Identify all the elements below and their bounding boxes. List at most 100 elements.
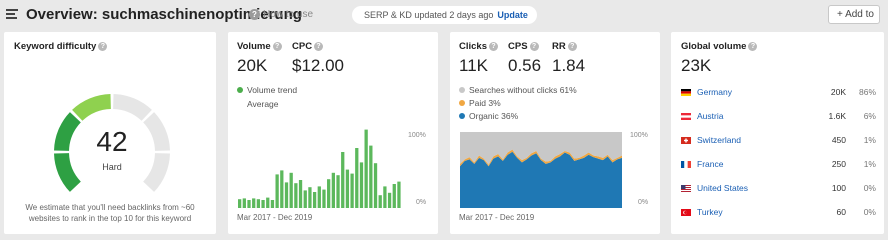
legend-no-clicks: Searches without clicks 61%: [459, 85, 577, 95]
cpc-value: $12.00: [292, 56, 344, 75]
add-to-button[interactable]: + Add to: [828, 5, 880, 24]
volume-bar: [369, 145, 373, 208]
country-row-switzerland[interactable]: Switzerland 450 1%: [681, 134, 876, 148]
switzerland-flag-icon: [681, 137, 691, 144]
legend-average: Average: [237, 99, 279, 109]
global-volume-label: Global volume: [681, 41, 747, 52]
volume-bar: [345, 169, 350, 208]
legend-no-clicks-label: Searches without clicks 61%: [469, 85, 577, 95]
legend-paid-label: Paid 3%: [469, 98, 501, 108]
clicks-help-icon[interactable]: ?: [489, 41, 498, 51]
country-row-germany[interactable]: Germany 20K 86%: [681, 86, 876, 100]
kd-gauge-segment: [54, 112, 81, 151]
country-volume: 60: [836, 207, 846, 217]
volume-date-range: Mar 2017 - Dec 2019: [237, 213, 313, 222]
legend-organic: Organic 36%: [459, 111, 518, 121]
kd-help-icon[interactable]: ?: [98, 41, 108, 51]
country-name[interactable]: France: [697, 159, 723, 169]
volume-bar: [331, 172, 335, 208]
country-share: 0%: [863, 183, 876, 193]
volume-bar: [242, 198, 246, 208]
legend-volume-trend: Volume trend: [237, 85, 297, 95]
global-help-icon[interactable]: ?: [748, 41, 758, 51]
volume-bar: [303, 190, 307, 208]
volume-bar: [252, 198, 256, 208]
country-name[interactable]: Turkey: [697, 207, 723, 217]
update-link[interactable]: Update: [497, 10, 528, 20]
cps-value: 0.56: [508, 56, 542, 75]
average-dot-icon: [237, 101, 243, 107]
united-states-flag-icon: [681, 185, 691, 192]
clicks-date-range: Mar 2017 - Dec 2019: [459, 213, 535, 222]
top-bar: Overview: suchmaschinenoptimierung ? How …: [0, 0, 888, 30]
country-row-united-states[interactable]: United States 100 0%: [681, 182, 876, 196]
country-row-austria[interactable]: Austria 1.6K 6%: [681, 110, 876, 124]
cpc-help-icon[interactable]: ?: [314, 41, 324, 51]
volume-bar: [359, 162, 364, 208]
volume-bar: [308, 187, 312, 208]
global-volume-card: Global volume? 23K Germany 20K 86% Austr…: [671, 32, 884, 234]
legend-organic-label: Organic 36%: [469, 111, 519, 121]
volume-bar: [341, 152, 345, 208]
kd-gauge-segment: [72, 94, 111, 121]
country-share: 0%: [863, 207, 876, 217]
country-name[interactable]: Germany: [697, 87, 732, 97]
country-name[interactable]: Switzerland: [697, 135, 741, 145]
kd-gauge-segment: [143, 112, 170, 151]
volume-label: Volume: [237, 41, 271, 52]
rr-label-wrap: RR?: [552, 41, 577, 52]
country-row-france[interactable]: France 250 1%: [681, 158, 876, 172]
country-name[interactable]: Austria: [697, 111, 723, 121]
volume-bar: [364, 129, 368, 208]
global-volume-value: 23K: [681, 56, 712, 75]
question-icon: ?: [249, 9, 260, 20]
volume-axis-bottom: 0%: [416, 199, 427, 206]
volume-bar: [350, 173, 354, 208]
menu-icon[interactable]: [6, 9, 18, 19]
clicks-area: [460, 132, 622, 208]
cps-label-wrap: CPS?: [508, 41, 539, 52]
volume-bar: [270, 200, 275, 208]
volume-bar: [238, 199, 242, 208]
country-volume: 1.6K: [828, 111, 847, 121]
clicks-axis-top: 100%: [630, 132, 648, 139]
update-status-text: SERP & KD updated 2 days ago: [364, 10, 494, 20]
kd-gauge-segment: [143, 153, 170, 192]
rr-value: 1.84: [552, 56, 586, 75]
volume-bar: [266, 197, 270, 208]
how-to-use-label: How to use: [263, 9, 314, 21]
how-to-use-link[interactable]: ? How to use: [249, 9, 313, 20]
volume-bar: [280, 170, 284, 208]
rr-label: RR: [552, 41, 566, 52]
volume-bar: [387, 192, 392, 208]
country-volume: 20K: [830, 87, 846, 97]
cps-help-icon[interactable]: ?: [529, 41, 539, 51]
legend-volume-trend-label: Volume trend: [247, 85, 298, 95]
clicks-value: 11K: [459, 56, 488, 75]
cps-label: CPS: [508, 41, 528, 52]
volume-axis-top: 100%: [408, 132, 426, 139]
volume-bar: [373, 163, 378, 208]
clicks-card: Clicks? CPS? RR? 11K 0.56 1.84 Searches …: [450, 32, 660, 234]
country-volume: 100: [831, 183, 846, 193]
volume-trend-chart: [238, 129, 401, 208]
update-status-pill: SERP & KD updated 2 days ago Update: [352, 6, 537, 24]
volume-bars: [238, 129, 401, 208]
global-label-wrap: Global volume?: [681, 41, 758, 52]
clicks-axis-bottom: 0%: [638, 199, 649, 206]
volume-help-icon[interactable]: ?: [272, 41, 282, 51]
volume-bar: [355, 148, 359, 208]
volume-bar: [294, 183, 298, 208]
legend-paid: Paid 3%: [459, 98, 501, 108]
volume-bar: [322, 189, 326, 208]
country-volume: 250: [831, 159, 846, 169]
clicks-label-wrap: Clicks?: [459, 41, 498, 52]
volume-label-wrap: Volume?: [237, 41, 282, 52]
volume-bar: [298, 180, 303, 208]
rr-help-icon[interactable]: ?: [567, 41, 577, 51]
volume-bar: [336, 175, 340, 208]
kd-note: We estimate that you'll need backlinks f…: [25, 203, 195, 223]
country-share: 6%: [863, 111, 876, 121]
country-name[interactable]: United States: [697, 183, 748, 193]
country-row-turkey[interactable]: Turkey 60 0%: [681, 206, 876, 220]
